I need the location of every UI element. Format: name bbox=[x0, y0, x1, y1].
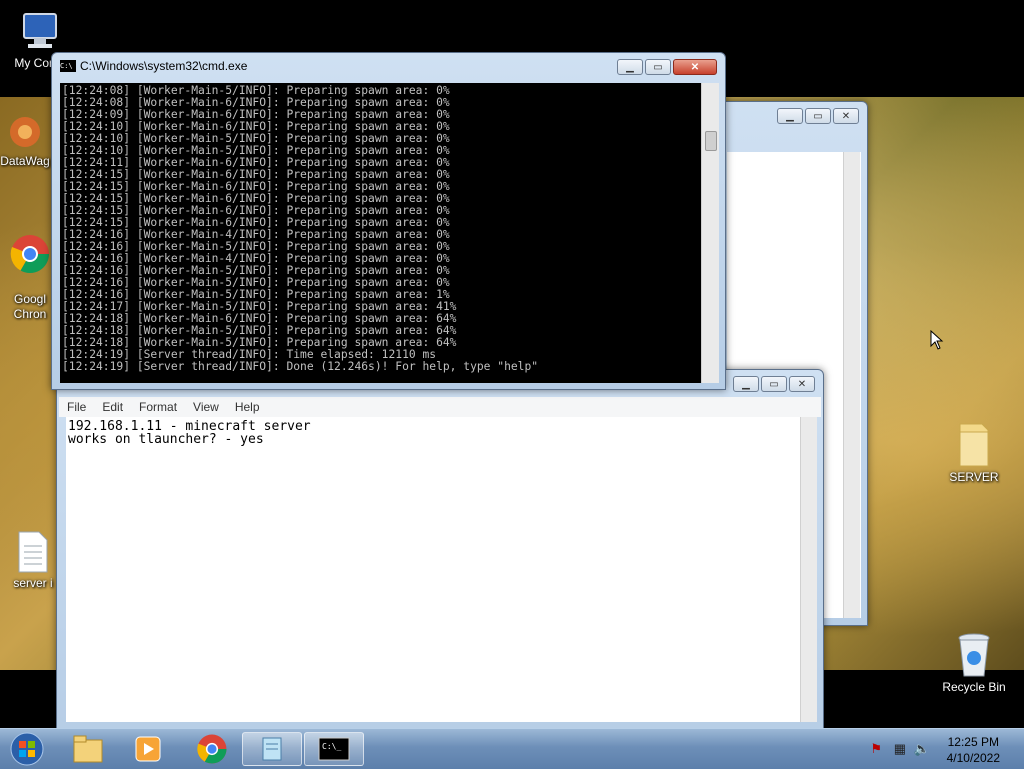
start-button[interactable] bbox=[2, 732, 52, 766]
minimize-button[interactable]: ▁ bbox=[617, 59, 643, 75]
maximize-button[interactable]: ▭ bbox=[761, 376, 787, 392]
close-button[interactable]: ✕ bbox=[789, 376, 815, 392]
taskbar-media-player[interactable] bbox=[118, 732, 178, 766]
minimize-button[interactable]: ▁ bbox=[777, 108, 803, 124]
text-file-icon bbox=[18, 531, 48, 573]
action-center-icon[interactable]: ⚑ bbox=[870, 741, 882, 757]
windows-start-icon bbox=[10, 732, 44, 766]
notepad-icon bbox=[262, 737, 282, 761]
window-title: C:\ C:\Windows\system32\cmd.exe bbox=[60, 59, 247, 73]
scrollbar-thumb[interactable] bbox=[705, 131, 717, 151]
computer-icon bbox=[23, 13, 57, 48]
desktop-icon-label: server i bbox=[13, 576, 53, 590]
volume-icon[interactable]: 🔈 bbox=[914, 741, 930, 757]
menu-file[interactable]: File bbox=[59, 400, 94, 414]
vertical-scrollbar[interactable] bbox=[843, 152, 860, 618]
clock-time: 12:25 PM bbox=[947, 735, 999, 749]
cmd-icon: C:\_ bbox=[318, 737, 350, 761]
vertical-scrollbar[interactable] bbox=[701, 83, 719, 383]
chrome-icon bbox=[197, 734, 227, 764]
cmd-icon: C:\ bbox=[60, 60, 76, 72]
window-controls: ▁ ▭ ✕ bbox=[615, 59, 717, 75]
desktop-icon-label: Googl Chron bbox=[13, 292, 47, 321]
window-controls: ▁ ▭ ✕ bbox=[775, 108, 859, 124]
console-output[interactable]: [12:24:08] [Worker-Main-5/INFO]: Prepari… bbox=[60, 83, 701, 383]
desktop-icon-label: SERVER bbox=[949, 470, 999, 484]
desktop-icon-label: Recycle Bin bbox=[942, 680, 1006, 694]
system-clock[interactable]: 12:25 PM 4/10/2022 bbox=[947, 734, 1000, 766]
desktop-icon-label: DataWag bbox=[0, 154, 50, 168]
chrome-icon bbox=[10, 235, 50, 274]
datawag-icon bbox=[10, 117, 40, 147]
network-icon[interactable]: ▦ bbox=[894, 741, 906, 757]
taskbar-notepad[interactable] bbox=[242, 732, 302, 766]
menu-bar: File Edit Format View Help bbox=[59, 397, 821, 417]
folder-icon bbox=[959, 423, 989, 467]
maximize-button[interactable]: ▭ bbox=[645, 59, 671, 75]
svg-text:C:\_: C:\_ bbox=[322, 742, 341, 751]
console-line: [12:24:19] [Server thread/INFO]: Done (1… bbox=[62, 360, 539, 373]
maximize-button[interactable]: ▭ bbox=[805, 108, 831, 124]
window-controls: ▁ ▭ ✕ bbox=[731, 376, 815, 392]
notepad-text-area[interactable]: 192.168.1.11 - minecraft server works on… bbox=[66, 417, 806, 722]
notepad-window[interactable]: ▁ ▭ ✕ File Edit Format View Help 192.168… bbox=[56, 369, 824, 739]
file-explorer-icon bbox=[73, 735, 103, 763]
taskbar: C:\_ ⚑ ▦ 🔈 12:25 PM 4/10/2022 bbox=[0, 728, 1024, 769]
menu-view[interactable]: View bbox=[185, 400, 227, 414]
media-player-icon bbox=[135, 736, 161, 762]
recycle-bin-icon bbox=[958, 633, 990, 677]
close-button[interactable]: ✕ bbox=[673, 59, 717, 75]
menu-edit[interactable]: Edit bbox=[94, 400, 131, 414]
taskbar-explorer[interactable] bbox=[58, 732, 118, 766]
taskbar-cmd[interactable]: C:\_ bbox=[304, 732, 364, 766]
desktop-icon-recycle-bin[interactable]: Recycle Bin bbox=[934, 632, 1014, 694]
clock-date: 4/10/2022 bbox=[946, 751, 1000, 765]
mouse-cursor-icon bbox=[930, 330, 944, 350]
cmd-title-text: C:\Windows\system32\cmd.exe bbox=[80, 59, 248, 73]
menu-help[interactable]: Help bbox=[227, 400, 268, 414]
vertical-scrollbar[interactable] bbox=[800, 417, 817, 722]
close-button[interactable]: ✕ bbox=[833, 108, 859, 124]
taskbar-chrome[interactable] bbox=[182, 732, 242, 766]
menu-format[interactable]: Format bbox=[131, 400, 185, 414]
cmd-window[interactable]: C:\ C:\Windows\system32\cmd.exe ▁ ▭ ✕ [1… bbox=[51, 52, 726, 390]
desktop-icon-server-folder[interactable]: SERVER bbox=[934, 420, 1014, 484]
minimize-button[interactable]: ▁ bbox=[733, 376, 759, 392]
